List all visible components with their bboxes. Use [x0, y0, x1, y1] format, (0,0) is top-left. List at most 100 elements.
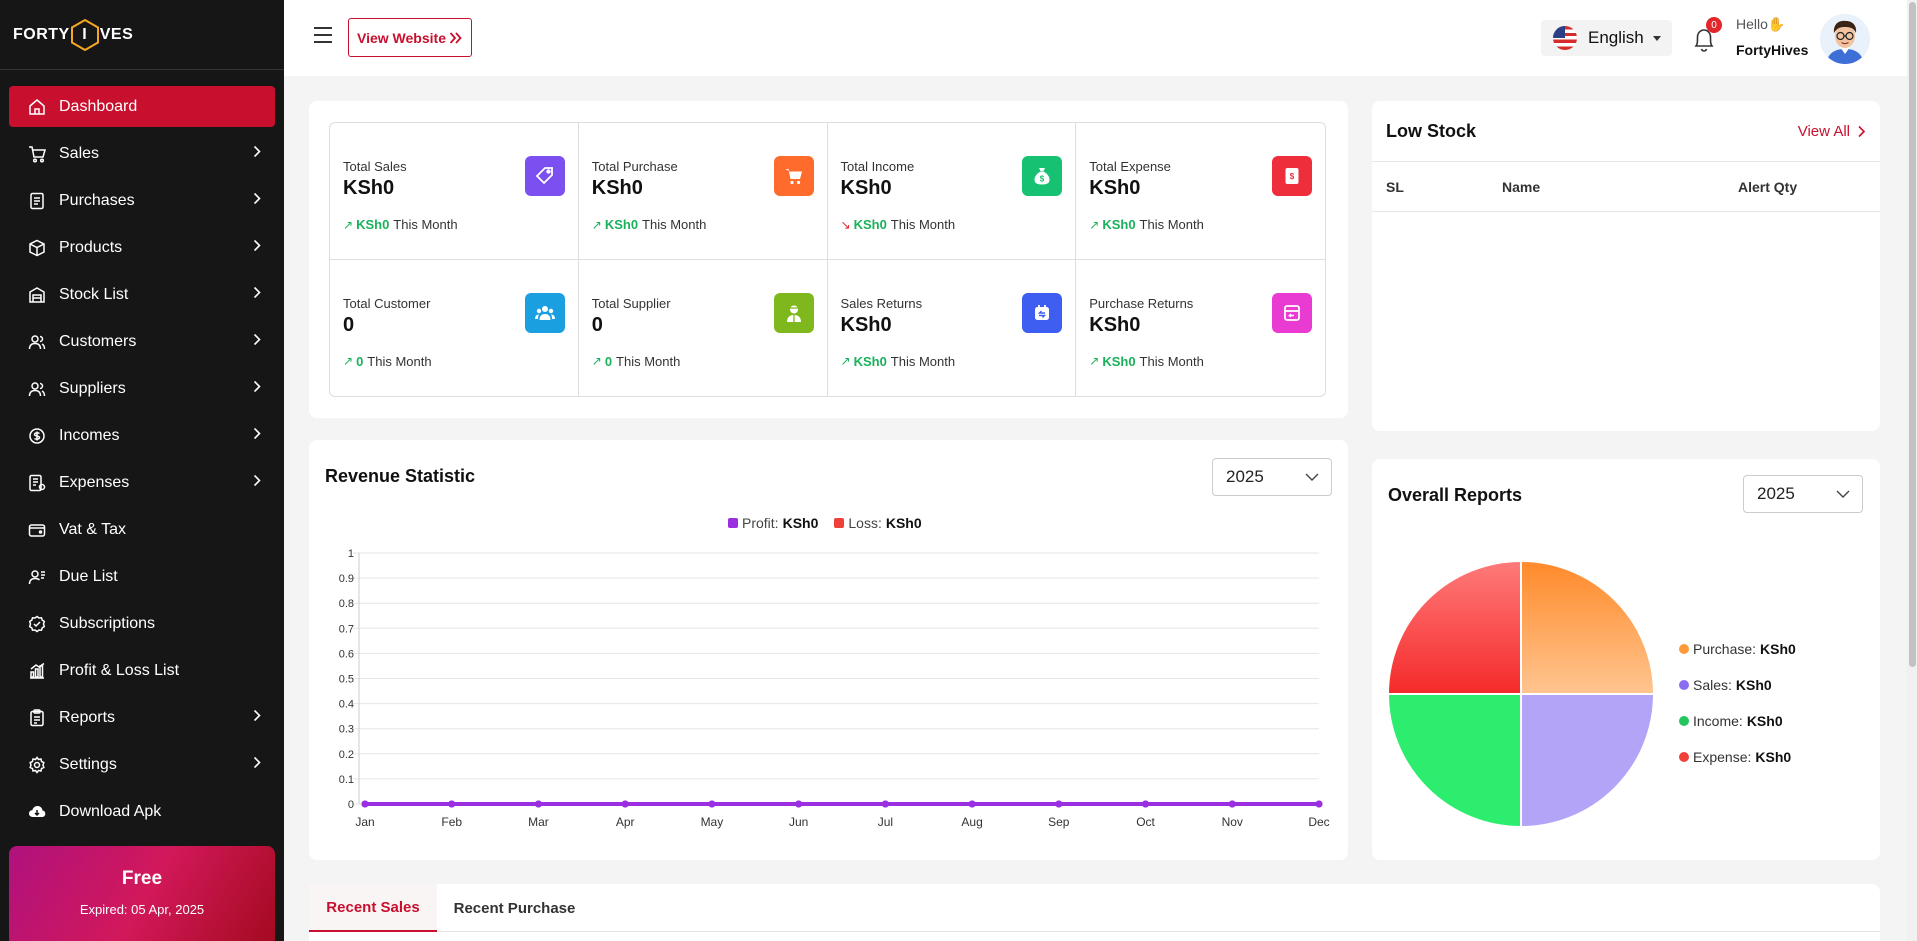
sidebar-item-suppliers[interactable]: Suppliers	[9, 368, 275, 409]
page-scrollbar[interactable]	[1907, 0, 1917, 941]
stat-total-customer[interactable]: Total Customer 0 ↗ 0 This Month	[330, 259, 579, 396]
sidebar-item-download-apk[interactable]: Download Apk	[9, 791, 275, 832]
view-website-button[interactable]: View Website	[348, 18, 472, 57]
pie-slice-sales	[1520, 693, 1656, 829]
legend-swatch-income	[1679, 716, 1689, 726]
legend-swatch-expense	[1679, 752, 1689, 762]
bar-chart-icon	[27, 661, 47, 681]
stat-total-expense[interactable]: Total Expense KSh0 ↗ KSh0 This Month $	[1076, 123, 1325, 260]
x-tick-label: Jan	[355, 815, 374, 829]
language-selector[interactable]: English	[1541, 20, 1672, 56]
x-tick-label: Jul	[878, 815, 893, 829]
y-tick-label: 0.4	[339, 699, 354, 711]
sidebar-item-profit-loss[interactable]: Profit & Loss List	[9, 650, 275, 691]
tab-label: Recent Purchase	[453, 899, 576, 917]
stat-sales-returns[interactable]: Sales Returns KSh0 ↗ KSh0 This Month	[828, 259, 1077, 396]
menu-toggle-icon[interactable]	[314, 27, 332, 43]
stat-total-supplier[interactable]: Total Supplier 0 ↗ 0 This Month	[579, 259, 828, 396]
gear-icon	[27, 755, 47, 775]
sidebar-item-reports[interactable]: Reports	[9, 697, 275, 738]
stat-month-value: KSh0	[1102, 217, 1136, 232]
arrow-up-icon: ↗	[343, 217, 354, 232]
greeting: Hello✋	[1736, 16, 1785, 33]
logo-hexagon-icon: I	[70, 18, 99, 51]
sidebar-item-dashboard[interactable]: Dashboard	[9, 86, 275, 127]
receipt-icon	[27, 191, 47, 211]
revenue-statistic-card: Revenue Statistic 2025 Profit: KSh0 Loss:…	[309, 440, 1348, 860]
sidebar-item-vat-tax[interactable]: Vat & Tax	[9, 509, 275, 550]
stat-month-value: KSh0	[604, 217, 639, 232]
x-tick-label: May	[701, 815, 724, 829]
x-tick-label: Jun	[789, 815, 808, 829]
stat-month-label: This Month	[890, 217, 956, 232]
legend-label-sales: Sales:	[1693, 677, 1732, 693]
stat-month: ↗ KSh0 This Month	[343, 217, 578, 232]
legend-value-expense: KSh0	[1755, 749, 1792, 765]
sidebar-item-subscriptions[interactable]: Subscriptions	[9, 603, 275, 644]
stat-month: ↗ KSh0 This Month	[592, 217, 827, 232]
stat-month-value: KSh0	[1102, 353, 1136, 369]
data-point-profit	[881, 800, 889, 808]
sidebar-item-label: Due List	[59, 567, 118, 585]
notification-badge: 0	[1706, 17, 1722, 33]
stat-month: ↗ 0 This Month	[343, 354, 578, 369]
stat-total-purchase[interactable]: Total Purchase KSh0 ↗ KSh0 This Month	[578, 123, 828, 260]
expense-icon: $	[1272, 156, 1312, 196]
sidebar-item-label: Sales	[59, 144, 100, 162]
data-point-profit	[1055, 800, 1063, 808]
legend-value-purchase: KSh0	[1760, 641, 1796, 657]
column-header-name: Name	[1502, 179, 1541, 195]
sidebar-item-products[interactable]: Products	[9, 227, 275, 268]
sidebar-item-incomes[interactable]: Incomes	[9, 415, 275, 456]
avatar[interactable]	[1820, 14, 1870, 64]
logo[interactable]: FORTY I VES	[0, 0, 284, 70]
sidebar-item-stock-list[interactable]: Stock List	[9, 274, 275, 315]
y-tick-label: 0.1	[339, 774, 354, 786]
chevron-right-icon	[253, 380, 261, 393]
stat-purchase-returns[interactable]: Purchase Returns KSh0 ↗ KSh0 This Month	[1076, 260, 1325, 397]
sidebar-item-sales[interactable]: Sales	[9, 133, 275, 174]
y-tick-label: 1	[348, 548, 354, 560]
box-icon	[27, 238, 47, 258]
x-tick-label: Nov	[1222, 815, 1243, 829]
tab-recent-sales[interactable]: Recent Sales	[309, 884, 437, 932]
wave-hand-icon: ✋	[1767, 16, 1786, 32]
money-bag-icon: $	[1022, 156, 1063, 196]
x-tick-label: Feb	[441, 815, 462, 829]
data-point-profit	[361, 800, 369, 808]
stat-total-sales[interactable]: Total Sales KSh0 ↗ KSh0 This Month	[330, 123, 579, 260]
tab-recent-purchase[interactable]: Recent Purchase	[437, 884, 592, 932]
sidebar-item-settings[interactable]: Settings	[9, 744, 275, 785]
stat-month-value: KSh0	[853, 217, 887, 232]
y-tick-label: 0	[348, 799, 354, 811]
legend-label-income: Income:	[1693, 713, 1743, 729]
sidebar-item-expenses[interactable]: Expenses	[9, 462, 275, 503]
stats-grid: Total Sales KSh0 ↗ KSh0 This Month Total P…	[329, 122, 1326, 397]
sidebar-item-label: Incomes	[59, 426, 120, 444]
pie-slice-purchase	[1520, 559, 1656, 695]
plan-card: Free Expired: 05 Apr, 2025	[9, 846, 275, 941]
tab-label: Recent Sales	[326, 898, 420, 916]
sidebar-item-customers[interactable]: Customers	[9, 321, 275, 362]
cloud-download-icon	[27, 802, 47, 822]
sidebar-item-label: Expenses	[59, 473, 130, 491]
home-icon	[27, 97, 47, 117]
legend-label-expense: Expense:	[1693, 749, 1752, 765]
caret-down-icon	[1652, 35, 1661, 41]
stat-total-income[interactable]: Total Income KSh0 ↘ KSh0 This Month $	[827, 123, 1077, 260]
view-all-link[interactable]: View All	[1798, 123, 1866, 140]
wallet-icon	[27, 520, 47, 540]
sidebar-item-due-list[interactable]: Due List	[9, 556, 275, 597]
column-header-alert-qty: Alert Qty	[1738, 179, 1798, 195]
view-all-label: View All	[1797, 123, 1850, 140]
x-tick-label: Oct	[1136, 815, 1155, 829]
cart-icon	[27, 144, 47, 164]
legend-item-purchase: Purchase: KSh0	[1679, 631, 1796, 667]
sidebar-item-label: Customers	[59, 332, 137, 350]
overall-year-select[interactable]: 2025	[1743, 475, 1863, 513]
scrollbar-thumb[interactable]	[1909, 2, 1916, 667]
y-tick-label: 0.5	[339, 674, 354, 686]
logo-text-left: FORTY	[13, 25, 70, 43]
sidebar-item-label: Stock List	[59, 285, 129, 303]
sidebar-item-purchases[interactable]: Purchases	[9, 180, 275, 221]
